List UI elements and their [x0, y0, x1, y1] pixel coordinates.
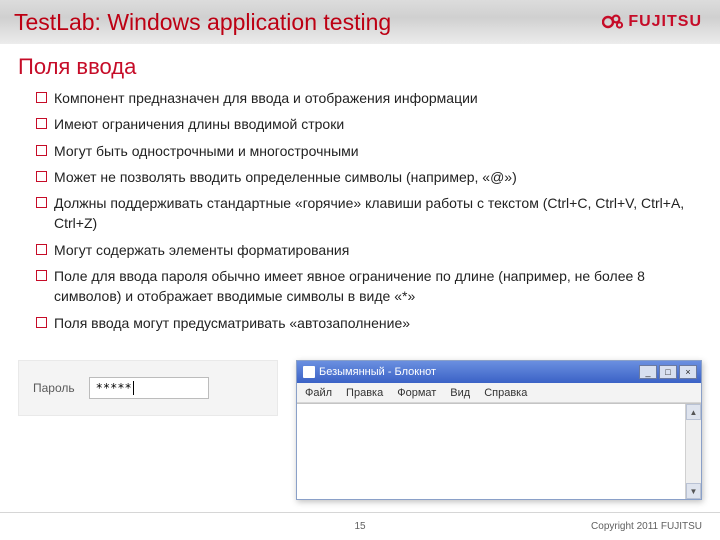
notepad-title-text: Безымянный - Блокнот	[319, 366, 436, 378]
list-item: Могут содержать элементы форматирования	[36, 240, 702, 260]
notepad-window: Безымянный - Блокнот _ □ × Файл Правка Ф…	[296, 360, 702, 500]
password-illustration: Пароль *****	[18, 360, 278, 416]
list-item: Поле для ввода пароля обычно имеет явное…	[36, 266, 702, 307]
title-bar: TestLab: Windows application testing FUJ…	[0, 0, 720, 44]
notepad-textarea[interactable]	[297, 404, 685, 499]
menu-view[interactable]: Вид	[450, 387, 470, 399]
list-item: Может не позволять вводить определенные …	[36, 167, 702, 187]
footer: 15 Copyright 2011 FUJITSU	[0, 512, 720, 540]
list-item: Могут быть однострочными и многострочным…	[36, 141, 702, 161]
text-caret-icon	[133, 381, 134, 395]
notepad-titlebar[interactable]: Безымянный - Блокнот _ □ ×	[297, 361, 701, 383]
password-value: *****	[96, 381, 132, 395]
bullet-list: Компонент предназначен для ввода и отобр…	[18, 88, 702, 333]
close-button[interactable]: ×	[679, 365, 697, 379]
fujitsu-mark-icon	[602, 13, 624, 31]
list-item: Поля ввода могут предусматривать «автоза…	[36, 313, 702, 333]
notepad-app-icon	[303, 366, 315, 378]
minimize-button[interactable]: _	[639, 365, 657, 379]
maximize-button[interactable]: □	[659, 365, 677, 379]
list-item: Имеют ограничения длины вводимой строки	[36, 114, 702, 134]
vertical-scrollbar[interactable]: ▲ ▼	[685, 404, 701, 499]
fujitsu-logo: FUJITSU	[602, 13, 702, 31]
scroll-up-icon[interactable]: ▲	[686, 404, 701, 420]
section-heading: Поля ввода	[18, 54, 702, 80]
scroll-down-icon[interactable]: ▼	[686, 483, 701, 499]
fujitsu-wordmark: FUJITSU	[628, 13, 702, 31]
menu-help[interactable]: Справка	[484, 387, 527, 399]
slide-title: TestLab: Windows application testing	[14, 9, 391, 36]
notepad-menubar: Файл Правка Формат Вид Справка	[297, 383, 701, 403]
menu-format[interactable]: Формат	[397, 387, 436, 399]
menu-edit[interactable]: Правка	[346, 387, 383, 399]
password-input[interactable]: *****	[89, 377, 209, 399]
page-number: 15	[354, 521, 365, 532]
menu-file[interactable]: Файл	[305, 387, 332, 399]
list-item: Должны поддерживать стандартные «горячие…	[36, 193, 702, 234]
list-item: Компонент предназначен для ввода и отобр…	[36, 88, 702, 108]
copyright: Copyright 2011 FUJITSU	[591, 521, 702, 532]
password-label: Пароль	[33, 381, 75, 395]
